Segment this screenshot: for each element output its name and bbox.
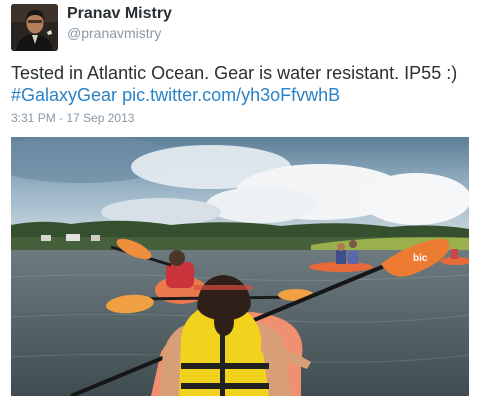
paddle-logo: bic bbox=[413, 253, 428, 264]
tweet-timestamp[interactable]: 3:31 PM - 17 Sep 2013 bbox=[11, 111, 134, 125]
media-link[interactable]: pic.twitter.com/yh3oFfvwhB bbox=[122, 85, 340, 105]
hashtag-link[interactable]: #GalaxyGear bbox=[11, 85, 117, 105]
kayak-photo: bic bbox=[11, 137, 469, 396]
avatar[interactable] bbox=[11, 4, 58, 51]
tweet-text: Tested in Atlantic Ocean. Gear is water … bbox=[11, 62, 473, 106]
avatar-image bbox=[11, 4, 58, 51]
user-name[interactable]: Pranav Mistry bbox=[67, 5, 172, 23]
tweet-links: #GalaxyGear pic.twitter.com/yh3oFfvwhB bbox=[11, 84, 473, 106]
user-handle[interactable]: @pranavmistry bbox=[67, 25, 161, 41]
tweet-body: Tested in Atlantic Ocean. Gear is water … bbox=[11, 63, 458, 83]
tweet-card: Pranav Mistry @pranavmistry Tested in At… bbox=[0, 0, 480, 400]
tweet-photo[interactable]: bic bbox=[11, 137, 469, 396]
